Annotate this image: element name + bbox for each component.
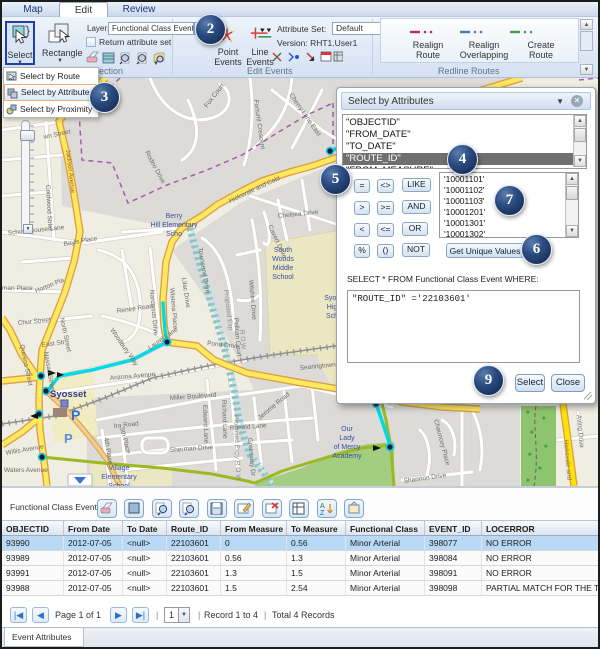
svg-text:P: P: [71, 407, 80, 423]
svg-text:Syosset: Syosset: [50, 389, 87, 400]
svg-text:Elementary: Elementary: [101, 474, 137, 481]
svg-text:P: P: [64, 431, 73, 446]
svg-text:Hill Elementary: Hill Elementary: [150, 222, 198, 229]
svg-text:A: A: [320, 503, 325, 510]
svg-text:Middle: Middle: [273, 265, 294, 272]
svg-text:Edward Lane: Edward Lane: [201, 405, 209, 444]
svg-text:of Mercy: of Mercy: [334, 444, 361, 451]
svg-text:Richard Lane: Richard Lane: [220, 400, 228, 439]
svg-text:♠: ♠: [528, 451, 532, 458]
svg-text:♠: ♠: [538, 465, 542, 472]
svg-text:♠: ♠: [542, 415, 546, 422]
svg-text:Scho: Scho: [166, 231, 182, 238]
svg-text:Berry: Berry: [166, 213, 183, 220]
svg-text:♠: ♠: [530, 429, 534, 436]
svg-text:Z: Z: [320, 510, 325, 517]
svg-text:♠: ♠: [526, 477, 530, 484]
svg-text:♠: ♠: [544, 443, 548, 450]
svg-text:Woods: Woods: [272, 256, 294, 263]
svg-text:Village: Village: [109, 465, 130, 472]
svg-text:man Place: man Place: [2, 285, 33, 292]
svg-text:Academy: Academy: [332, 453, 362, 460]
svg-text:School: School: [272, 274, 294, 281]
svg-text:South: South: [274, 247, 292, 254]
svg-text:♠: ♠: [526, 409, 530, 416]
svg-text:Our: Our: [341, 426, 353, 433]
svg-text:Lady: Lady: [339, 435, 355, 442]
svg-text:Waters Avenue: Waters Avenue: [4, 467, 48, 474]
